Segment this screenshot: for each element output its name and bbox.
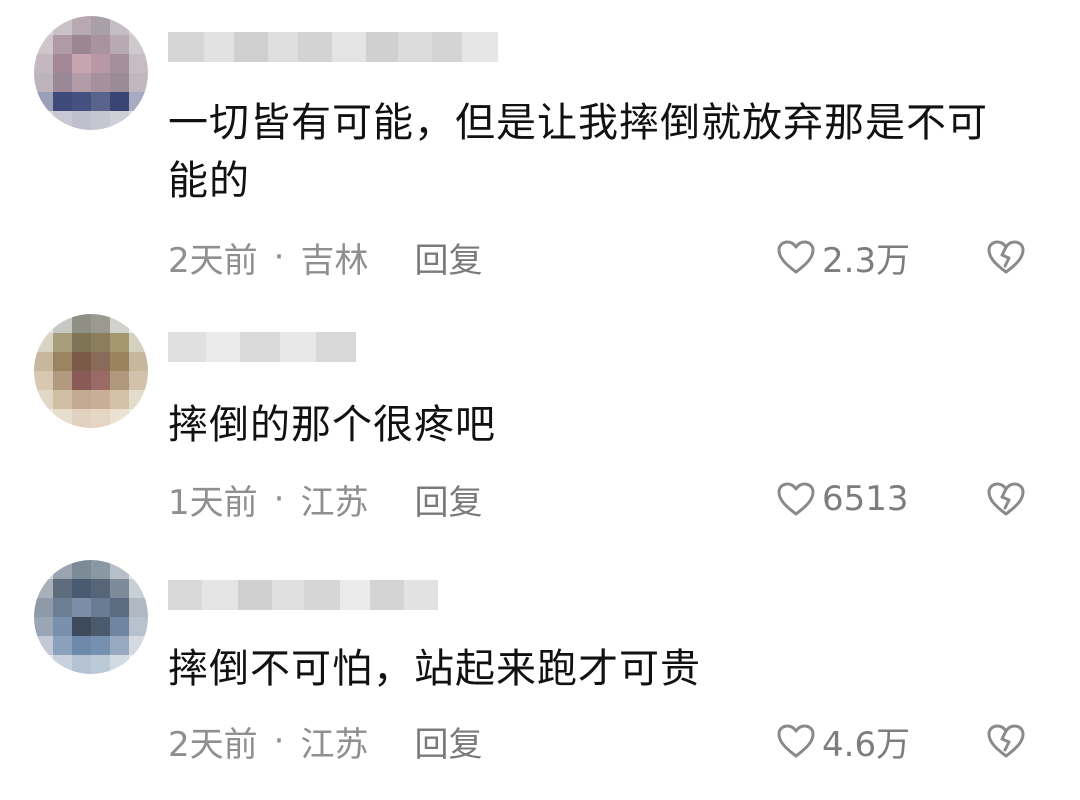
username-blurred[interactable]: [168, 30, 498, 64]
reply-button[interactable]: 回复: [414, 475, 482, 524]
user-avatar[interactable]: [34, 16, 148, 130]
comment-location: 吉林: [300, 240, 369, 281]
heart-icon: [777, 482, 815, 516]
comment-time: 2天前: [168, 724, 258, 765]
user-avatar[interactable]: [34, 560, 148, 674]
dislike-button[interactable]: [984, 716, 1028, 766]
like-button[interactable]: 4.6万: [776, 716, 910, 766]
comment-time: 2天前: [168, 240, 258, 281]
like-button[interactable]: 2.3万: [776, 232, 910, 282]
dislike-button[interactable]: [984, 474, 1028, 524]
like-count: 4.6万: [822, 724, 911, 765]
comment-meta: 2天前 · 吉林 回复: [168, 232, 482, 282]
comment-location: 江苏: [300, 482, 369, 523]
broken-heart-icon: [987, 240, 1025, 274]
username-blurred[interactable]: [168, 578, 438, 612]
comment-meta: 2天前 · 江苏 回复: [168, 716, 482, 766]
username-blurred[interactable]: [168, 330, 356, 364]
comment-text: 摔倒的那个很疼吧: [168, 402, 496, 448]
user-avatar[interactable]: [34, 314, 148, 428]
like-button[interactable]: 6513: [776, 474, 909, 524]
comment-text: 一切皆有可能，但是让我摔倒就放弃那是不可能的: [168, 100, 988, 204]
reply-button[interactable]: 回复: [414, 717, 482, 766]
comment-text: 摔倒不可怕，站起来跑才可贵: [168, 646, 701, 692]
meta-separator: ·: [273, 479, 285, 519]
heart-icon: [777, 724, 815, 758]
meta-separator: ·: [273, 237, 285, 277]
broken-heart-icon: [987, 482, 1025, 516]
reply-button[interactable]: 回复: [414, 233, 482, 282]
comment-time: 1天前: [168, 482, 258, 523]
meta-separator: ·: [273, 721, 285, 761]
like-count: 2.3万: [822, 240, 911, 281]
comment-location: 江苏: [300, 724, 369, 765]
like-count: 6513: [822, 479, 909, 519]
dislike-button[interactable]: [984, 232, 1028, 282]
comment-meta: 1天前 · 江苏 回复: [168, 474, 482, 524]
heart-icon: [777, 240, 815, 274]
broken-heart-icon: [987, 724, 1025, 758]
